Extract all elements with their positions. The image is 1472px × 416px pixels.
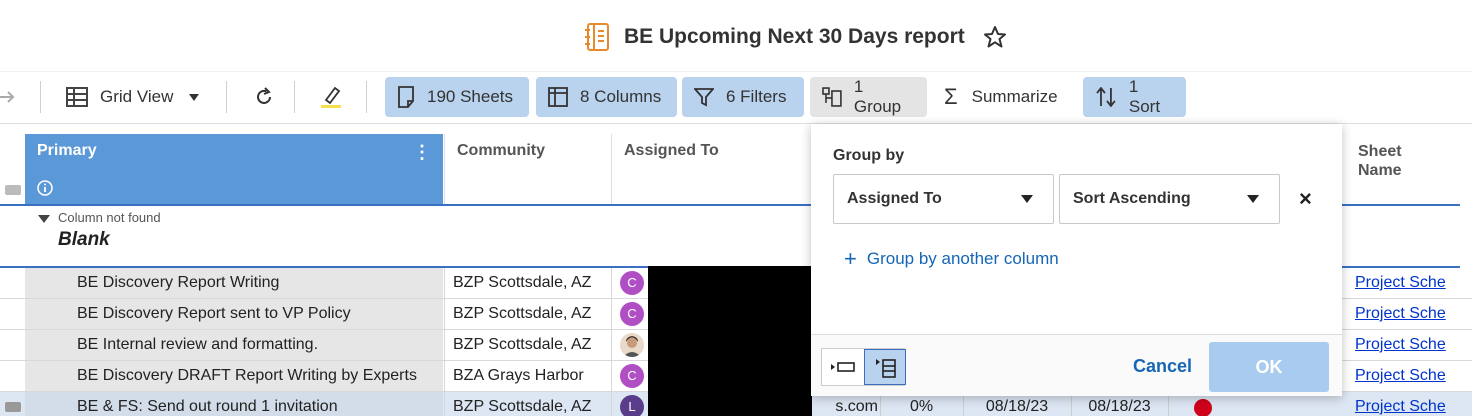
avatar: C — [620, 302, 644, 326]
avatar: C — [620, 364, 644, 388]
add-group-column-label: Group by another column — [866, 249, 1059, 268]
sort-order-select[interactable]: Sort Ascending — [1059, 174, 1280, 224]
avatar: L — [620, 395, 644, 416]
dialog-footer: Cancel OK — [811, 334, 1342, 396]
toolbar: Grid View 190 Sheets 8 Columns 6 Filters… — [0, 72, 1472, 124]
cancel-button[interactable]: Cancel — [1133, 356, 1192, 377]
column-header-community[interactable]: Community — [444, 134, 610, 204]
group-icon — [822, 87, 842, 107]
redacted-area — [648, 266, 812, 416]
grid-view-dropdown[interactable]: Grid View — [54, 77, 211, 117]
assigned-to-header-label: Assigned To — [624, 142, 719, 159]
task-name-cell[interactable]: BE Discovery Report Writing — [25, 268, 443, 298]
assignee-cell[interactable] — [611, 330, 647, 360]
avatar: C — [620, 271, 644, 295]
task-name-cell[interactable]: BE Discovery DRAFT Report Writing by Exp… — [25, 361, 443, 391]
remove-group-close-icon[interactable]: × — [1299, 186, 1312, 212]
title-wrap: BE Upcoming Next 30 Days report — [584, 22, 1007, 52]
assignee-cell[interactable]: L — [611, 392, 647, 416]
assignee-cell[interactable]: C — [611, 299, 647, 329]
info-icon[interactable] — [37, 180, 53, 196]
community-cell[interactable]: BZP Scottsdale, AZ — [444, 392, 610, 416]
sheet-link[interactable]: Project Sche — [1346, 392, 1456, 416]
sheet-name-header-line1: Sheet — [1358, 143, 1402, 160]
assignee-cell[interactable]: C — [611, 268, 647, 298]
summarize-label: Summarize — [971, 87, 1058, 106]
column-menu-icon[interactable]: ⋮ — [413, 142, 431, 163]
sheets-button[interactable]: 190 Sheets — [385, 77, 529, 117]
highlighter-icon — [321, 86, 341, 108]
stacked-layout-icon — [876, 359, 896, 378]
primary-header-label: Primary — [37, 142, 97, 159]
sort-icon — [1096, 87, 1116, 107]
group-note: Column not found — [58, 210, 161, 225]
filters-button[interactable]: 6 Filters — [682, 77, 804, 117]
sigma-icon: Σ — [944, 84, 958, 109]
community-cell[interactable]: BZP Scottsdale, AZ — [444, 268, 610, 298]
columns-icon — [548, 87, 568, 107]
sort-label: 1 Sort — [1128, 77, 1161, 116]
refresh-icon — [257, 87, 271, 104]
layout-toggle-group — [821, 348, 906, 386]
sheets-label: 190 Sheets — [427, 87, 514, 106]
group-by-dialog: Group by Assigned To Sort Ascending × + … — [811, 124, 1342, 396]
toolbar-divider — [294, 81, 295, 113]
toolbar-divider — [366, 81, 367, 113]
stacked-layout-button[interactable] — [864, 349, 906, 385]
columns-label: 8 Columns — [580, 87, 662, 106]
task-name-cell[interactable]: BE & FS: Send out round 1 invitation — [25, 392, 443, 416]
collapse-triangle-icon[interactable] — [38, 215, 50, 223]
grid-icon — [66, 87, 88, 107]
filter-icon — [694, 88, 714, 107]
task-name-cell[interactable]: BE Discovery Report sent to VP Policy — [25, 299, 443, 329]
summarize-button[interactable]: Σ Summarize — [932, 77, 1070, 117]
row-handle-icon — [5, 402, 21, 412]
group-button[interactable]: 1 Group — [810, 77, 927, 117]
chevron-down-icon — [1021, 195, 1033, 203]
filters-label: 6 Filters — [726, 87, 787, 106]
community-cell[interactable]: BZP Scottsdale, AZ — [444, 299, 610, 329]
community-cell[interactable]: BZP Scottsdale, AZ — [444, 330, 610, 360]
group-label: 1 Group — [853, 77, 902, 116]
highlight-button[interactable] — [308, 77, 354, 117]
group-by-column-select[interactable]: Assigned To — [833, 174, 1054, 224]
redo-icon[interactable] — [0, 86, 16, 108]
group-by-label: Group by — [833, 147, 905, 164]
column-header-assigned-to[interactable]: Assigned To — [611, 134, 811, 204]
sheet-icon — [398, 86, 414, 108]
grid-view-label: Grid View — [100, 87, 174, 106]
row-handle-icon — [5, 185, 21, 195]
sort-button[interactable]: 1 Sort — [1083, 77, 1186, 117]
group-label: Blank — [58, 229, 110, 250]
sheet-link[interactable]: Project Sche — [1346, 361, 1456, 391]
status-red-dot-icon — [1194, 399, 1212, 416]
title-bar: BE Upcoming Next 30 Days report — [0, 0, 1472, 72]
refresh-button[interactable] — [242, 77, 286, 117]
sheet-link[interactable]: Project Sche — [1346, 268, 1456, 298]
report-icon — [585, 23, 609, 51]
group-by-column-value: Assigned To — [847, 190, 942, 207]
task-name-cell[interactable]: BE Internal review and formatting. — [25, 330, 443, 360]
sheet-link[interactable]: Project Sche — [1346, 299, 1456, 329]
community-header-label: Community — [457, 142, 545, 159]
inline-layout-icon[interactable] — [830, 359, 856, 375]
columns-button[interactable]: 8 Columns — [536, 77, 677, 117]
sheet-link[interactable]: Project Sche — [1346, 330, 1456, 360]
community-cell[interactable]: BZA Grays Harbor — [444, 361, 610, 391]
chevron-down-icon — [189, 93, 200, 101]
toolbar-divider — [40, 81, 41, 113]
ok-button[interactable]: OK — [1209, 342, 1329, 392]
report-title: BE Upcoming Next 30 Days report — [624, 25, 965, 48]
sheet-name-header-line2: Name — [1358, 162, 1402, 179]
plus-icon: + — [844, 246, 857, 271]
favorite-star-icon[interactable] — [983, 25, 1007, 49]
sort-order-value: Sort Ascending — [1073, 190, 1191, 207]
avatar-photo-icon — [620, 333, 644, 357]
assignee-cell[interactable]: C — [611, 361, 647, 391]
chevron-down-icon — [1247, 195, 1259, 203]
column-header-sheet-name[interactable]: Sheet Name — [1346, 134, 1460, 204]
column-header-primary[interactable]: Primary ⋮ — [25, 134, 443, 204]
add-group-column-link[interactable]: + Group by another column — [844, 246, 1059, 272]
toolbar-divider — [226, 81, 227, 113]
